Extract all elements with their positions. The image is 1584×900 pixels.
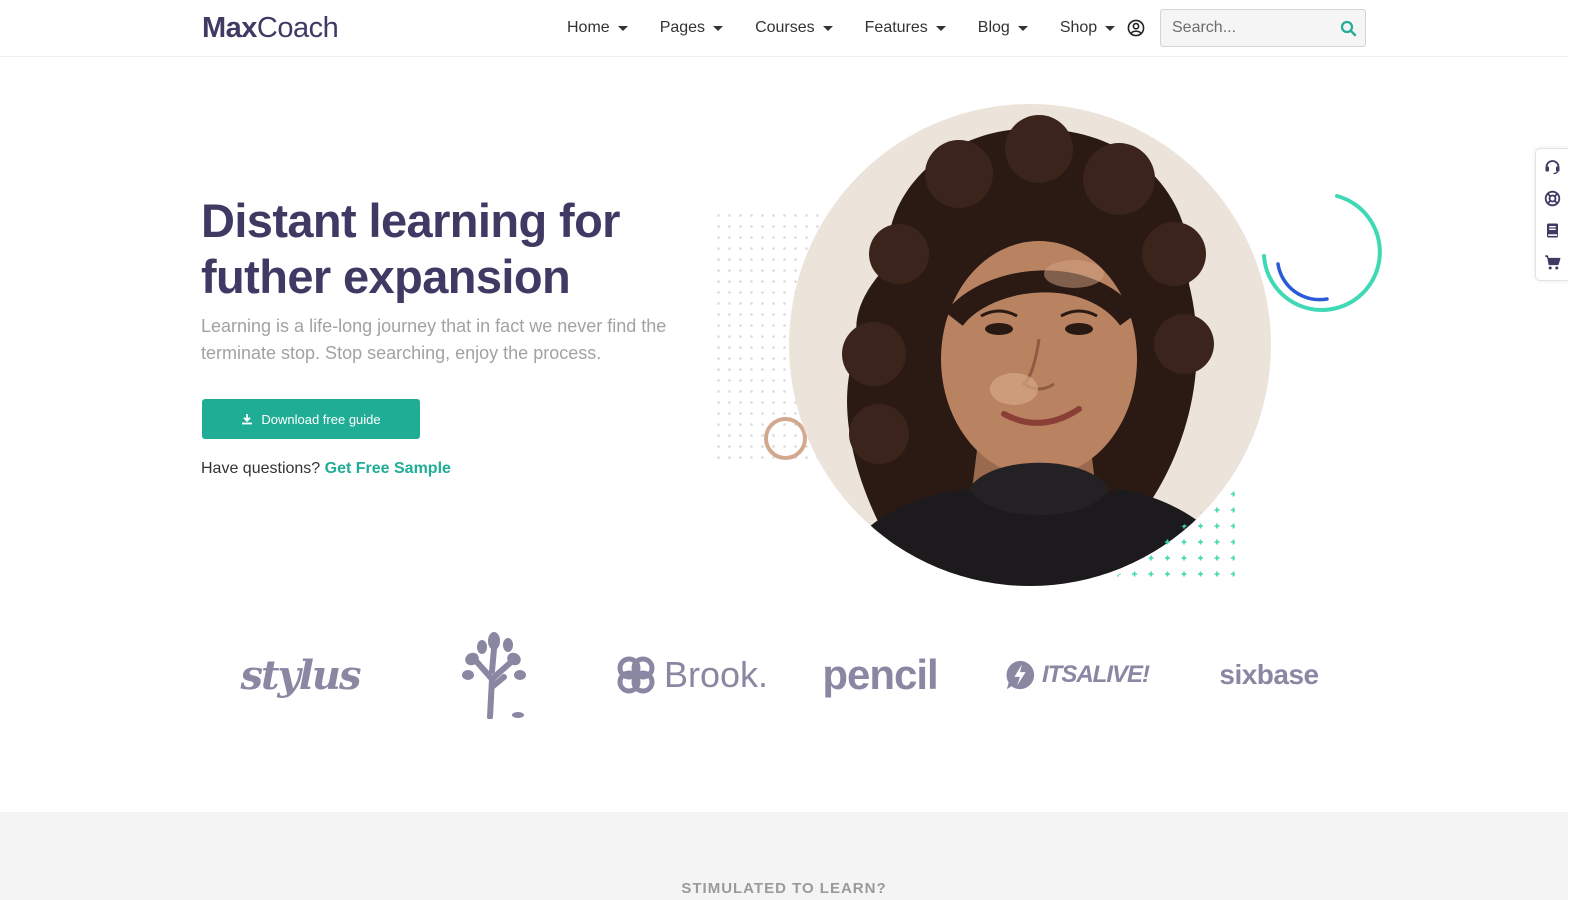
nav-label: Blog bbox=[977, 19, 1010, 36]
nav-label: Pages bbox=[659, 19, 706, 36]
main-nav: Home Pages Courses Features Blog Shop bbox=[567, 0, 1147, 56]
chevron-down-icon bbox=[1017, 25, 1028, 31]
hero-title-line2: futher expansion bbox=[201, 250, 571, 303]
nav-label: Shop bbox=[1059, 19, 1098, 36]
brand-brook-text: Brook. bbox=[663, 654, 769, 695]
tree-icon bbox=[461, 632, 526, 719]
brand-logo-sixbase: sixbase bbox=[1205, 630, 1333, 720]
user-circle-icon[interactable] bbox=[1127, 19, 1145, 37]
download-guide-label: Download free guide bbox=[261, 411, 381, 427]
brand-logo-stylus: stylus bbox=[240, 630, 361, 720]
headset-icon[interactable] bbox=[1544, 158, 1561, 175]
brand-logo-brook: Brook. bbox=[612, 630, 772, 720]
nav-item-courses[interactable]: Courses bbox=[755, 19, 833, 37]
cart-icon[interactable] bbox=[1544, 254, 1561, 271]
nav-label: Courses bbox=[755, 19, 815, 36]
brand-stylus-text: stylus bbox=[240, 651, 361, 699]
brand-logo-pencil: pencil bbox=[820, 630, 940, 720]
nav-item-shop[interactable]: Shop bbox=[1059, 19, 1116, 37]
search-input[interactable] bbox=[1161, 10, 1331, 46]
nav-label: Features bbox=[864, 19, 928, 36]
chevron-down-icon bbox=[1105, 25, 1116, 31]
nav-item-features[interactable]: Features bbox=[865, 19, 946, 37]
lightning-bubble-icon bbox=[1006, 660, 1035, 690]
chevron-down-icon bbox=[822, 25, 833, 31]
questions-text: Have questions? bbox=[201, 460, 321, 477]
book-icon[interactable] bbox=[1544, 222, 1561, 239]
brand-alive-text: ITSALIVE! bbox=[1041, 661, 1150, 688]
chevron-down-icon bbox=[617, 25, 628, 31]
brand-pencil-text: pencil bbox=[822, 651, 938, 698]
logo-light: Coach bbox=[256, 12, 339, 44]
site-header: MaxCoach Home Pages Courses Features Blo… bbox=[0, 0, 1568, 57]
nav-item-blog[interactable]: Blog bbox=[978, 19, 1028, 37]
hero-subtitle: Learning is a life-long journey that in … bbox=[201, 316, 667, 363]
ring-decoration bbox=[764, 417, 807, 460]
hero-title-line1: Distant learning for bbox=[201, 194, 620, 247]
chevron-down-icon bbox=[713, 25, 724, 31]
brand-sixbase-text: sixbase bbox=[1219, 659, 1319, 690]
chevron-down-icon bbox=[935, 25, 946, 31]
side-toolbar bbox=[1535, 148, 1569, 281]
hero-title: Distant learning for futher expansion bbox=[201, 193, 681, 305]
get-free-sample-link[interactable]: Get Free Sample bbox=[325, 460, 451, 477]
logo-bold: Max bbox=[202, 12, 257, 44]
knot-icon bbox=[617, 656, 655, 694]
section-eyebrow: STIMULATED TO LEARN? bbox=[681, 880, 887, 897]
lifebuoy-icon[interactable] bbox=[1544, 190, 1561, 207]
plus-pattern-decoration bbox=[1110, 486, 1235, 581]
site-logo[interactable]: MaxCoach bbox=[202, 12, 339, 45]
download-icon bbox=[242, 414, 253, 425]
nav-item-home[interactable]: Home bbox=[567, 19, 628, 37]
nav-item-pages[interactable]: Pages bbox=[659, 19, 724, 37]
page-scrollbar[interactable] bbox=[1568, 0, 1584, 900]
brand-logo-tree bbox=[446, 630, 541, 720]
arc-decoration bbox=[1262, 194, 1382, 312]
search-box bbox=[1160, 9, 1366, 47]
brand-logo-itsalive: ITSALIVE! bbox=[1004, 630, 1150, 720]
nav-label: Home bbox=[567, 19, 610, 36]
search-icon[interactable] bbox=[1340, 20, 1357, 37]
download-guide-button[interactable]: Download free guide bbox=[202, 399, 420, 439]
questions-line: Have questions? Get Free Sample bbox=[201, 460, 451, 478]
